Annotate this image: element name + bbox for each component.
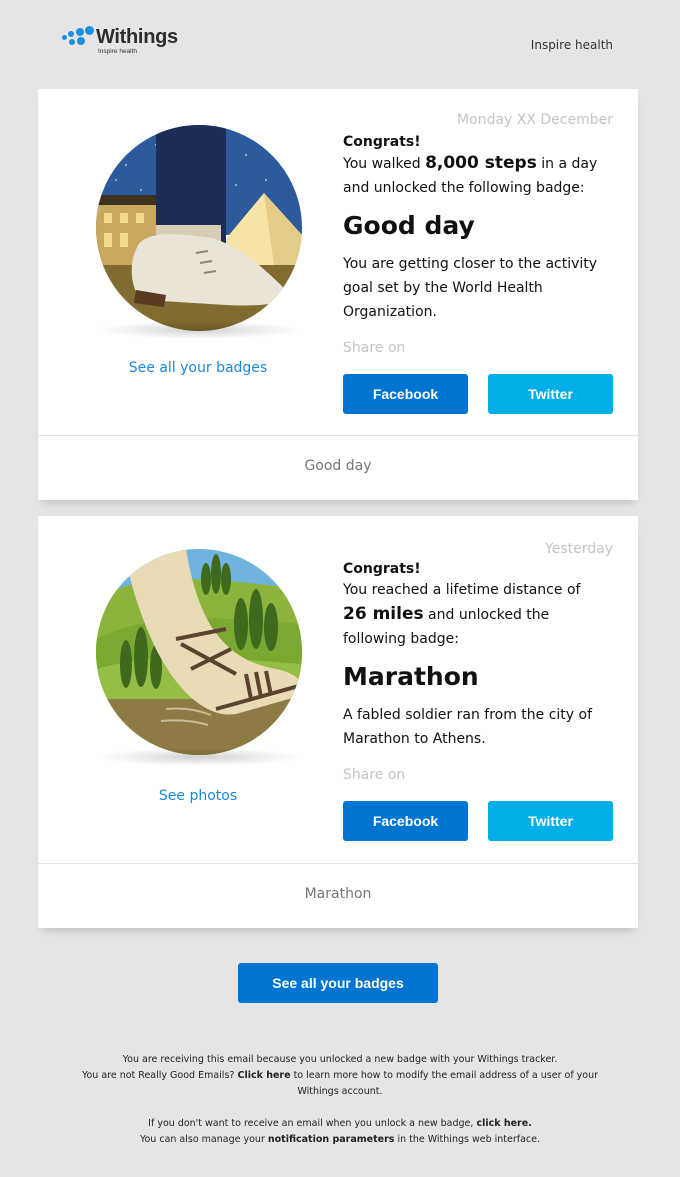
good-day-badge-image (96, 125, 302, 331)
facebook-share-button[interactable]: Facebook (343, 801, 468, 841)
share-label: Share on (343, 767, 406, 783)
congrats-label: Congrats! (343, 134, 421, 150)
fineprint-paragraph-1: You are receiving this email because you… (60, 1052, 620, 1100)
unsubscribe-click-here-link[interactable]: click here. (476, 1118, 531, 1129)
email-header: Withings Inspire health Inspire health (0, 0, 680, 80)
congrats-label: Congrats! (343, 561, 421, 577)
see-all-badges-button[interactable]: See all your badges (238, 963, 438, 1003)
share-label: Share on (343, 340, 406, 356)
achievement-line-3: following badge: (343, 631, 459, 647)
see-photos-link[interactable]: See photos (38, 788, 358, 804)
withings-logo[interactable]: Withings Inspire health (62, 26, 178, 55)
header-tagline: Inspire health (530, 38, 613, 52)
badge-shadow (96, 321, 302, 339)
badge-description: A fabled soldier ran from the city of Ma… (343, 707, 593, 747)
achievement-line: You reached a lifetime distance of (343, 582, 581, 598)
notification-parameters-link[interactable]: notification parameters (268, 1134, 395, 1145)
card-content: Congrats! You reached a lifetime distanc… (343, 560, 613, 841)
logo-tagline: Inspire health (98, 48, 138, 55)
card-date: Yesterday (545, 541, 613, 557)
badge-title: Marathon (343, 662, 479, 691)
fineprint-text: You are not Really Good Emails? Click he… (81, 1070, 599, 1097)
badge-description: You are getting closer to the activity g… (343, 256, 598, 320)
fineprint-text: You can also manage your notification pa… (139, 1134, 541, 1145)
fineprint-text: If you don't want to receive an email wh… (148, 1118, 532, 1129)
see-all-badges-link[interactable]: See all your badges (38, 360, 358, 376)
steps-count: 8,000 steps (425, 153, 537, 173)
fineprint-text: You are receiving this email because you… (122, 1054, 558, 1065)
card-divider (38, 435, 638, 436)
fineprint-paragraph-2: If you don't want to receive an email wh… (60, 1116, 620, 1148)
distance-value: 26 miles (343, 604, 424, 624)
achievement-line: You walked 8,000 steps in a day (343, 153, 598, 173)
card-footer-label: Good day (304, 458, 372, 474)
card-divider (38, 863, 638, 864)
logo-dots-icon (62, 26, 94, 48)
logo-name: Withings (96, 26, 178, 48)
card-content: Congrats! You walked 8,000 steps in a da… (343, 133, 613, 414)
twitter-share-button[interactable]: Twitter (488, 374, 613, 414)
twitter-share-button[interactable]: Twitter (488, 801, 613, 841)
badge-card-good-day: Monday XX December See all your badges C… (38, 89, 638, 500)
facebook-share-button[interactable]: Facebook (343, 374, 468, 414)
card-footer-label: Marathon (304, 886, 372, 902)
achievement-line-2: and unlocked the following badge: (343, 180, 585, 196)
marathon-badge-image (96, 549, 302, 755)
card-date: Monday XX December (457, 112, 613, 128)
achievement-line-2: 26 miles and unlocked the (343, 604, 550, 624)
click-here-link[interactable]: Click here (237, 1070, 290, 1081)
badge-card-marathon: Yesterday See photos Congrats! You reach… (38, 516, 638, 928)
badge-shadow (96, 748, 302, 766)
badge-title: Good day (343, 211, 475, 240)
